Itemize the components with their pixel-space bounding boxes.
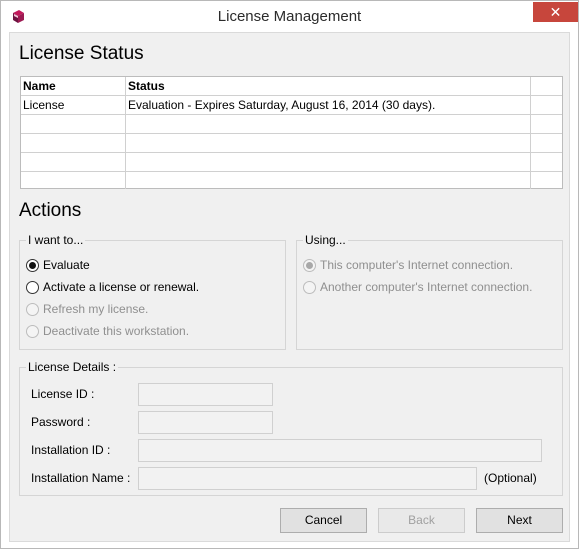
radio-selected-icon[interactable] <box>26 258 39 272</box>
column-header-filler <box>530 77 562 96</box>
radio-refresh-license: Refresh my license. <box>26 301 148 317</box>
installation-name-field[interactable] <box>138 467 477 490</box>
radio-disabled-icon <box>26 302 39 316</box>
empty-table-row <box>21 172 562 189</box>
radio-another-computer-label: Another computer's Internet connection. <box>320 280 533 294</box>
radio-deactivate-workstation-label: Deactivate this workstation. <box>43 324 190 338</box>
license-details-group: License Details : License ID : Password … <box>19 360 563 496</box>
table-header-row: Name Status <box>21 77 562 96</box>
license-status-table: Name Status License Evaluation - Expires… <box>20 76 563 189</box>
using-group: Using... This computer's Internet connec… <box>296 233 563 350</box>
radio-unselected-icon[interactable] <box>26 280 39 294</box>
radio-deactivate-workstation: Deactivate this workstation. <box>26 323 189 339</box>
radio-this-computer: This computer's Internet connection. <box>303 257 513 273</box>
table-row[interactable]: License Evaluation - Expires Saturday, A… <box>21 96 562 115</box>
radio-this-computer-label: This computer's Internet connection. <box>320 258 514 272</box>
radio-evaluate[interactable]: Evaluate <box>26 257 90 273</box>
radio-evaluate-label[interactable]: Evaluate <box>43 258 90 272</box>
empty-table-row <box>21 115 562 134</box>
license-id-label: License ID : <box>31 387 95 401</box>
radio-another-computer: Another computer's Internet connection. <box>303 279 532 295</box>
radio-disabled-selected-icon <box>303 258 316 272</box>
radio-disabled-icon <box>303 280 316 294</box>
next-button[interactable]: Next <box>476 508 563 533</box>
dialog-body: License Status Name Status License Evalu… <box>9 32 570 542</box>
password-field[interactable] <box>138 411 273 434</box>
column-header-status[interactable]: Status <box>125 77 530 96</box>
actions-heading: Actions <box>19 200 82 221</box>
radio-activate-license[interactable]: Activate a license or renewal. <box>26 279 199 295</box>
column-header-name[interactable]: Name <box>21 77 125 96</box>
empty-table-row <box>21 153 562 172</box>
window-title: License Management <box>217 8 362 25</box>
optional-note: (Optional) <box>484 471 537 485</box>
password-label: Password : <box>31 415 91 429</box>
back-button: Back <box>378 508 465 533</box>
cancel-button[interactable]: Cancel <box>280 508 367 533</box>
title-bar[interactable]: License Management ✕ <box>1 1 578 32</box>
using-legend: Using... <box>303 233 348 247</box>
license-details-legend: License Details : <box>26 360 119 374</box>
radio-activate-license-label[interactable]: Activate a license or renewal. <box>43 280 199 294</box>
license-status-heading: License Status <box>19 43 144 64</box>
license-status-cell: Evaluation - Expires Saturday, August 16… <box>125 96 530 115</box>
license-management-window: License Management ✕ License Status Name… <box>0 0 579 549</box>
radio-disabled-icon <box>26 324 39 338</box>
license-name-cell: License <box>23 98 65 112</box>
empty-table-row <box>21 134 562 153</box>
close-icon: ✕ <box>549 4 562 20</box>
empty-cell <box>530 96 562 115</box>
i-want-to-legend: I want to... <box>26 233 86 247</box>
license-id-field[interactable] <box>138 383 273 406</box>
installation-id-field[interactable] <box>138 439 542 462</box>
radio-refresh-license-label: Refresh my license. <box>43 302 149 316</box>
i-want-to-group: I want to... Evaluate Activate a license… <box>19 233 286 350</box>
installation-id-label: Installation ID : <box>31 443 111 457</box>
installation-name-label: Installation Name : <box>31 471 131 485</box>
close-button[interactable]: ✕ <box>533 2 578 22</box>
